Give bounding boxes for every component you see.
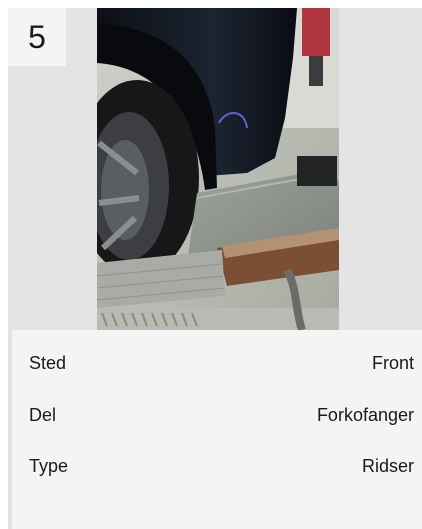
detail-label: Del xyxy=(29,405,57,425)
detail-row-location: Sted Front xyxy=(29,351,414,375)
damage-photo[interactable] xyxy=(97,8,339,330)
details-accent-bar xyxy=(8,330,12,529)
detail-value: Forkofanger xyxy=(316,405,414,425)
detail-row-type: Type Ridser xyxy=(29,454,414,478)
detail-value: Ridser xyxy=(361,456,414,476)
detail-row-part: Del Forkofanger xyxy=(29,403,414,427)
damage-card: 5 Sted Front Del Forkofanger Type Ridser xyxy=(8,8,422,529)
card-index-badge: 5 xyxy=(8,8,66,66)
damage-details: Sted Front Del Forkofanger Type Ridser xyxy=(8,330,422,529)
detail-label: Sted xyxy=(29,353,67,373)
damage-media: 5 xyxy=(8,8,422,330)
detail-label: Type xyxy=(29,456,69,476)
detail-value: Front xyxy=(371,353,414,373)
damage-photo-image xyxy=(97,8,339,330)
